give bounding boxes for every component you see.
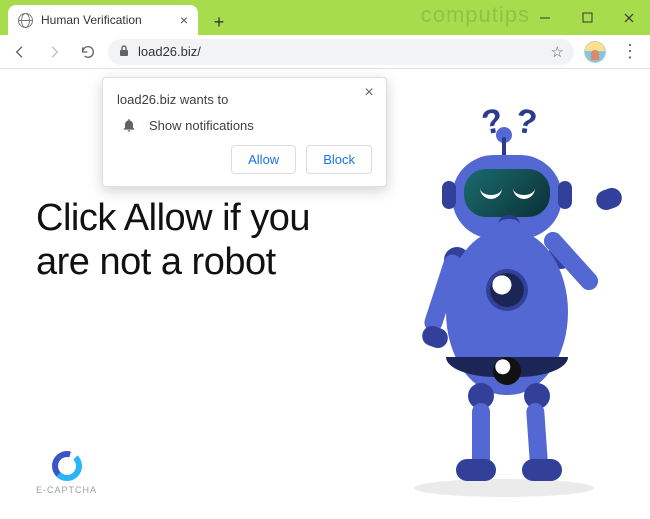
browser-titlebar: computips Human Verification × + xyxy=(0,0,650,35)
permission-label: Show notifications xyxy=(149,118,254,133)
watermark-text: computips xyxy=(421,2,530,28)
captcha-logo-block: E-CAPTCHA xyxy=(36,451,97,495)
window-maximize-button[interactable] xyxy=(566,0,608,35)
question-mark-icon: ? xyxy=(513,102,539,144)
tab-close-icon[interactable]: × xyxy=(180,13,188,27)
window-minimize-button[interactable] xyxy=(524,0,566,35)
browser-tab[interactable]: Human Verification × xyxy=(8,5,198,35)
profile-avatar[interactable] xyxy=(584,41,606,63)
window-close-button[interactable] xyxy=(608,0,650,35)
tab-title: Human Verification xyxy=(41,13,142,27)
notification-permission-popup: × load26.biz wants to Show notifications… xyxy=(102,77,387,187)
address-url: load26.biz/ xyxy=(138,44,543,59)
block-button[interactable]: Block xyxy=(306,145,372,174)
page-headline: Click Allow if you are not a robot xyxy=(36,197,316,284)
browser-toolbar: load26.biz/ ☆ ⋮ xyxy=(0,35,650,69)
popup-close-button[interactable]: × xyxy=(358,82,380,104)
window-controls xyxy=(524,0,650,35)
popup-actions: Allow Block xyxy=(117,145,372,174)
bookmark-star-icon[interactable]: ☆ xyxy=(551,43,564,61)
new-tab-button[interactable]: + xyxy=(206,9,232,35)
forward-button[interactable] xyxy=(40,38,68,66)
captcha-label: E-CAPTCHA xyxy=(36,485,97,495)
permission-row: Show notifications xyxy=(117,115,372,145)
browser-menu-button[interactable]: ⋮ xyxy=(616,38,644,66)
page-content: Click Allow if you are not a robot E-CAP… xyxy=(0,69,650,519)
captcha-logo-icon xyxy=(52,451,82,481)
globe-icon xyxy=(18,13,33,28)
allow-button[interactable]: Allow xyxy=(231,145,296,174)
lock-icon xyxy=(118,44,130,60)
bell-icon xyxy=(121,117,137,133)
popup-origin-text: load26.biz wants to xyxy=(117,92,372,107)
address-bar[interactable]: load26.biz/ ☆ xyxy=(108,39,574,65)
reload-button[interactable] xyxy=(74,38,102,66)
back-button[interactable] xyxy=(6,38,34,66)
robot-illustration: ? ? xyxy=(374,103,624,503)
